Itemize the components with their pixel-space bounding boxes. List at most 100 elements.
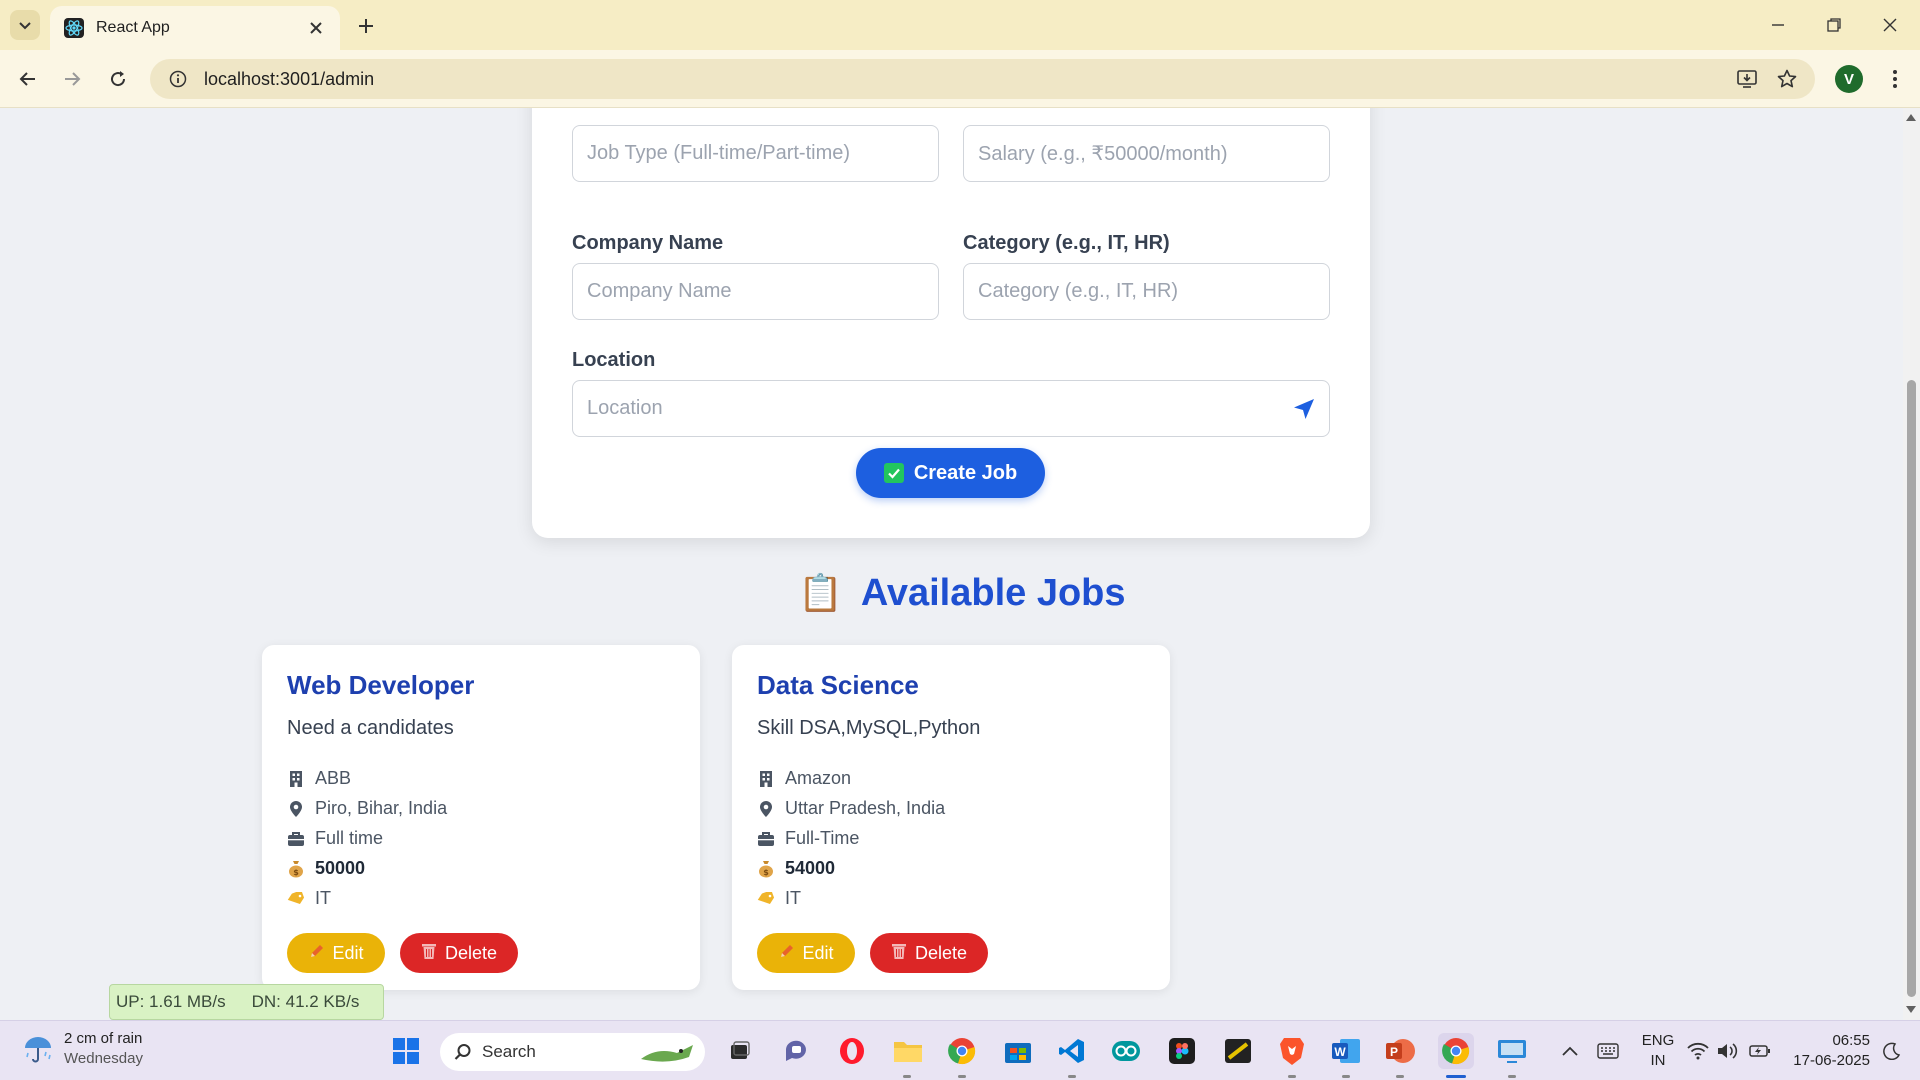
search-icon (454, 1044, 471, 1060)
weather-text: 2 cm of rain (64, 1030, 143, 1047)
notifications-moon-icon[interactable] (1874, 1033, 1910, 1069)
pencil-icon (778, 942, 796, 965)
close-icon (1883, 18, 1897, 32)
job-company: ABB (287, 768, 351, 789)
brave-browser-icon[interactable] (1274, 1033, 1310, 1069)
running-indicator (1068, 1075, 1076, 1078)
money-bag-icon: $ (287, 860, 305, 878)
minimize-icon (1772, 24, 1784, 26)
app-icon[interactable] (1220, 1033, 1256, 1069)
delete-button[interactable]: Delete (870, 933, 988, 973)
forward-button[interactable] (56, 63, 88, 95)
job-type: Full time (287, 828, 383, 849)
briefcase-icon (287, 830, 305, 848)
upload-speed: UP: 1.61 MB/s (116, 992, 226, 1011)
company-name-placeholder: Company Name (587, 280, 732, 302)
scroll-up-icon[interactable] (1906, 114, 1916, 121)
clock-date: 17-06-2025 (1793, 1052, 1870, 1069)
location-input[interactable]: Location (572, 380, 1330, 437)
language-code: ENG (1641, 1032, 1675, 1049)
file-explorer-icon[interactable] (890, 1033, 926, 1069)
new-tab-button[interactable] (352, 12, 380, 40)
job-type-placeholder: Job Type (Full-time/Part-time) (587, 142, 851, 164)
restore-button[interactable] (1812, 8, 1856, 42)
microsoft-store-icon[interactable] (1000, 1033, 1036, 1069)
arduino-icon[interactable] (1108, 1033, 1144, 1069)
job-card: Data Science Skill DSA,MySQL,Python Amaz… (732, 645, 1170, 990)
restore-icon (1827, 18, 1841, 32)
tag-icon (287, 890, 305, 908)
building-icon (287, 770, 305, 788)
system-clock[interactable]: 06:55 17-06-2025 (1775, 1031, 1870, 1071)
company-name-input[interactable]: Company Name (572, 263, 939, 320)
battery-icon[interactable] (1742, 1033, 1778, 1069)
netspeed-widget: UP: 1.61 MB/s DN: 41.2 KB/s (109, 984, 384, 1020)
keyboard-icon[interactable] (1590, 1033, 1626, 1069)
address-bar[interactable]: localhost:3001/admin (150, 59, 1815, 99)
edit-button[interactable]: Edit (287, 933, 385, 973)
close-tab-icon[interactable] (306, 18, 326, 38)
close-window-button[interactable] (1868, 8, 1912, 42)
show-hidden-icons-chevron-icon[interactable] (1552, 1033, 1588, 1069)
category-input[interactable]: Category (e.g., IT, HR) (963, 263, 1330, 320)
trash-icon (891, 942, 907, 965)
running-indicator-active (1446, 1075, 1466, 1078)
tab-title: React App (96, 19, 170, 36)
delete-button[interactable]: Delete (400, 933, 518, 973)
browser-tab-active[interactable]: React App (50, 6, 340, 50)
profile-avatar[interactable]: V (1835, 65, 1863, 93)
category-label: Category (e.g., IT, HR) (963, 232, 1170, 254)
bookmark-star-icon[interactable] (1767, 59, 1807, 99)
salary-input[interactable]: Salary (e.g., ₹50000/month) (963, 125, 1330, 182)
language-indicator[interactable]: ENG IN (1638, 1031, 1678, 1071)
weather-widget[interactable]: 2 cm of rain Wednesday (22, 1029, 143, 1069)
teams-chat-icon[interactable] (778, 1033, 814, 1069)
reload-button[interactable] (102, 63, 134, 95)
edit-label: Edit (802, 942, 834, 963)
powerpoint-icon[interactable]: P (1382, 1033, 1418, 1069)
briefcase-icon (757, 830, 775, 848)
running-indicator (1396, 1075, 1404, 1078)
browser-menu-button[interactable] (1880, 64, 1910, 94)
job-location: Piro, Bihar, India (287, 798, 447, 819)
start-button[interactable] (388, 1033, 424, 1069)
chrome-icon[interactable] (944, 1033, 980, 1069)
job-type: Full-Time (757, 828, 859, 849)
volume-icon[interactable] (1710, 1033, 1746, 1069)
back-button[interactable] (12, 63, 44, 95)
available-jobs-heading: 📋 Available Jobs (798, 568, 1126, 618)
scrollbar-thumb[interactable] (1907, 380, 1916, 997)
arrow-right-icon (65, 72, 81, 86)
create-job-button[interactable]: Create Job (856, 448, 1045, 498)
clock-time: 06:55 (1832, 1032, 1870, 1049)
job-type-input[interactable]: Job Type (Full-time/Part-time) (572, 125, 939, 182)
more-vert-icon (1893, 70, 1897, 88)
browser-toolbar: localhost:3001/admin V (0, 50, 1920, 108)
region-code: IN (1650, 1052, 1666, 1069)
word-icon[interactable]: W (1328, 1033, 1364, 1069)
vscode-icon[interactable] (1054, 1033, 1090, 1069)
locate-me-icon[interactable] (1293, 398, 1315, 426)
clipboard-icon: 📋 (798, 572, 843, 613)
opera-browser-icon[interactable] (834, 1033, 870, 1069)
url-text[interactable]: localhost:3001/admin (204, 69, 1727, 90)
running-indicator (1508, 1075, 1516, 1078)
edit-button[interactable]: Edit (757, 933, 855, 973)
taskbar-search[interactable]: Search (440, 1033, 705, 1071)
job-card: Web Developer Need a candidates ABB Piro… (262, 645, 700, 990)
install-app-icon[interactable] (1727, 59, 1767, 99)
company-text: ABB (315, 768, 352, 788)
location-label: Location (572, 349, 656, 371)
react-favicon-icon (64, 18, 84, 38)
page-scrollbar[interactable] (1903, 108, 1920, 1020)
task-view-icon[interactable] (722, 1033, 758, 1069)
chrome-active-icon[interactable] (1438, 1033, 1474, 1069)
tab-search-button[interactable] (10, 10, 40, 40)
salary-text: 54000 (785, 858, 836, 878)
site-info-icon[interactable] (158, 70, 198, 88)
job-salary: $ 50000 (287, 858, 365, 879)
minimize-button[interactable] (1756, 8, 1800, 42)
remote-desktop-icon[interactable] (1494, 1033, 1530, 1069)
scroll-down-icon[interactable] (1906, 1006, 1916, 1013)
figma-icon[interactable] (1164, 1033, 1200, 1069)
